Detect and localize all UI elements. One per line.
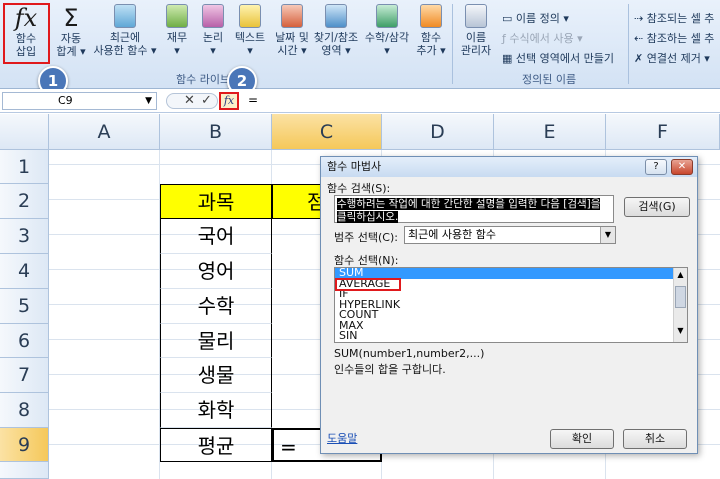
search-label: 함수 검색(S): [327, 182, 391, 195]
remove-arrows-button[interactable]: ✗ 연결선 제거 ▾ [634, 50, 710, 66]
use-in-formula-button[interactable]: ƒ 수식에서 사용 ▾ [502, 30, 583, 46]
group-divider [628, 4, 629, 84]
function-signature: SUM(number1,number2,...) [334, 347, 485, 360]
trace-precedents-button[interactable]: ⇢ 참조되는 셀 추 [634, 10, 714, 26]
book-theta-icon [376, 4, 398, 28]
cell-b3[interactable]: 국어 [160, 219, 272, 254]
category-select[interactable]: 최근에 사용한 함수 ▼ [404, 226, 616, 244]
cell-b4[interactable]: 영어 [160, 254, 272, 289]
list-item-sin[interactable]: SIN [335, 330, 687, 342]
financial-button[interactable]: 재무 ▾ [162, 4, 192, 57]
select-function-label: 함수 선택(N): [334, 254, 399, 267]
datetime-button[interactable]: 날짜 및 시간 ▾ [272, 4, 312, 57]
name-manager-icon [465, 4, 487, 28]
list-item-max[interactable]: MAX [335, 320, 687, 332]
chevron-down-icon: ▼ [145, 96, 152, 106]
book-stack-icon [420, 4, 442, 28]
define-name-button[interactable]: ▭ 이름 정의 ▾ [502, 10, 569, 26]
more-functions-button[interactable]: 함수 추가 ▾ [414, 4, 448, 57]
column-header-e[interactable]: E [494, 114, 606, 150]
cell-b6[interactable]: 물리 [160, 324, 272, 358]
formula-bar: C9 ▼ ✕ ✓ fx = [0, 89, 720, 113]
scroll-up-icon[interactable]: ▲ [675, 270, 686, 284]
text-button[interactable]: 텍스트 ▾ [232, 4, 268, 57]
scrollbar-thumb[interactable] [675, 286, 686, 308]
book-magnifier-icon [325, 4, 347, 28]
help-link[interactable]: 도움말 [327, 430, 357, 446]
category-label: 범주 선택(C): [334, 231, 398, 244]
row-header-2[interactable]: 2 [0, 184, 49, 219]
list-item-count[interactable]: COUNT [335, 309, 687, 321]
row-header-7[interactable]: 7 [0, 358, 49, 393]
create-from-selection-button[interactable]: ▦ 선택 영역에서 만들기 [502, 50, 614, 66]
book-question-icon [202, 4, 224, 28]
book-clock-icon [281, 4, 303, 28]
enter-icon[interactable]: ✓ [201, 93, 212, 108]
cell-b2[interactable]: 과목 [160, 184, 272, 219]
row-header-4[interactable]: 4 [0, 254, 49, 289]
ok-button[interactable]: 확인 [550, 429, 614, 449]
cancel-icon[interactable]: ✕ [184, 93, 195, 108]
dialog-titlebar: 함수 마법사 ? ✕ [321, 157, 697, 177]
column-header-a[interactable]: A [49, 114, 160, 150]
grid-icon: ▦ [502, 52, 516, 65]
book-money-icon [166, 4, 188, 28]
search-button[interactable]: 검색(G) [624, 197, 690, 217]
logical-button[interactable]: 논리 ▾ [198, 4, 228, 57]
cell-b5[interactable]: 수학 [160, 289, 272, 324]
column-header-d[interactable]: D [382, 114, 494, 150]
eraser-icon: ✗ [634, 52, 647, 65]
cancel-button[interactable]: 취소 [623, 429, 687, 449]
defined-names-group-label: 정의된 이름 [522, 73, 577, 86]
trace-dependents-button[interactable]: ⇠ 참조하는 셀 추 [634, 30, 714, 46]
column-header-b[interactable]: B [160, 114, 272, 150]
row-header-10[interactable] [0, 462, 49, 479]
arrow-icon: ⇠ [634, 32, 647, 45]
close-icon[interactable]: ✕ [671, 159, 693, 175]
formula-input[interactable]: = [248, 93, 258, 107]
row-header-9[interactable]: 9 [0, 428, 49, 462]
name-box[interactable]: C9 ▼ [2, 92, 157, 110]
book-star-icon [114, 4, 136, 28]
sigma-icon: Σ [63, 4, 79, 32]
row-header-8[interactable]: 8 [0, 393, 49, 428]
listbox-scrollbar[interactable]: ▲ ▼ [673, 268, 687, 342]
row-header-5[interactable]: 5 [0, 289, 49, 324]
cell-b7[interactable]: 생물 [160, 358, 272, 393]
name-manager-button[interactable]: 이름 관리자 [456, 4, 496, 57]
cell-b9[interactable]: 평균 [160, 428, 272, 462]
row-header-6[interactable]: 6 [0, 324, 49, 358]
arrow-icon: ⇢ [634, 12, 647, 25]
autosum-button[interactable]: Σ 자동 합계 ▾ [52, 4, 90, 58]
help-question-icon[interactable]: ? [645, 159, 667, 175]
insert-function-highlight [3, 3, 50, 64]
book-text-icon [239, 4, 261, 28]
group-divider [452, 4, 453, 84]
row-header-1[interactable]: 1 [0, 150, 49, 184]
tag-icon: ▭ [502, 12, 516, 25]
dialog-title: 함수 마법사 [327, 160, 382, 173]
list-item-hyperlink[interactable]: HYPERLINK [335, 299, 687, 311]
lookup-reference-button[interactable]: 찾기/참조 영역 ▾ [312, 4, 360, 57]
average-highlight [335, 278, 401, 291]
function-search-input[interactable]: 수행하려는 작업에 대한 간단한 설명을 입력한 다음 [검색]을 클릭하십시오… [334, 195, 614, 223]
insert-function-fx-button[interactable]: fx [219, 92, 239, 110]
chevron-down-icon: ▼ [600, 227, 615, 243]
column-header-c[interactable]: C [272, 114, 382, 150]
column-header-f[interactable]: F [606, 114, 720, 150]
cell-b8[interactable]: 화학 [160, 393, 272, 428]
function-description: 인수들의 합을 구합니다. [334, 363, 446, 376]
row-header-3[interactable]: 3 [0, 219, 49, 254]
recently-used-button[interactable]: 최근에 사용한 함수 ▾ [92, 4, 158, 57]
math-trig-button[interactable]: 수학/삼각 ▾ [362, 4, 412, 57]
select-all-corner[interactable] [0, 114, 49, 150]
scroll-down-icon[interactable]: ▼ [675, 326, 686, 340]
ribbon: fx 함수 삽입 Σ 자동 합계 ▾ 최근에 사용한 함수 ▾ 재무 ▾ 논리 … [0, 0, 720, 89]
